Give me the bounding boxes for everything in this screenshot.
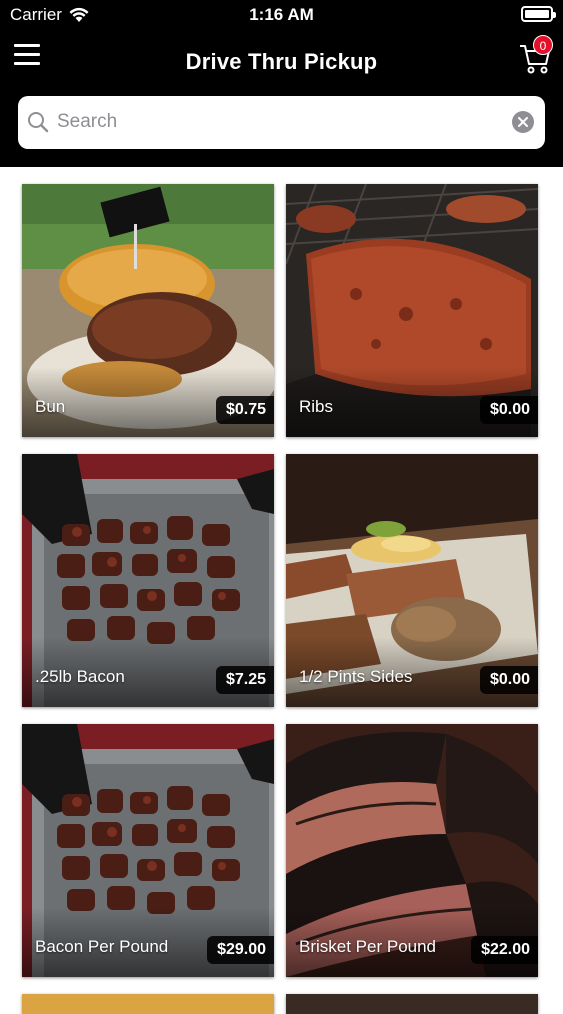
menu-item-card[interactable]: .25lb Bacon $7.25	[22, 454, 274, 707]
item-price: $0.00	[479, 396, 538, 424]
clear-search-button[interactable]	[512, 111, 534, 133]
app-header: Carrier 1:16 AM Drive Thru Pickup 0	[0, 0, 563, 167]
item-name: .25lb Bacon	[35, 667, 125, 686]
item-name: Ribs	[299, 397, 334, 416]
close-icon	[518, 117, 528, 127]
item-price: $0.75	[215, 396, 274, 424]
item-price: $29.00	[207, 936, 274, 964]
item-name: Brisket Per Pound	[299, 937, 437, 956]
menu-item-card[interactable]: Ribs $0.00	[286, 184, 538, 437]
menu-item-card[interactable]: Brisket Per Pound $22.00	[286, 724, 538, 977]
status-time: 1:16 AM	[249, 5, 314, 24]
menu-item-card[interactable]: Bacon Per Pound $29.00	[22, 724, 274, 977]
item-name: Bacon Per Pound	[35, 937, 169, 956]
item-price: $7.25	[215, 666, 274, 694]
cart-count-badge: 0	[533, 35, 553, 55]
menu-item-card[interactable]	[286, 994, 538, 1014]
item-name: Bun	[35, 397, 66, 416]
status-bar: Carrier 1:16 AM	[0, 0, 563, 30]
search-icon	[28, 112, 49, 133]
menu-item-card[interactable]: Bun $0.75	[22, 184, 274, 437]
battery-icon	[521, 6, 556, 22]
menu-item-card[interactable]	[22, 994, 274, 1014]
search-input[interactable]	[57, 106, 497, 138]
item-price: $0.00	[479, 666, 538, 694]
item-price: $22.00	[471, 936, 538, 964]
item-name: 1/2 Pints Sides	[299, 667, 413, 686]
page-title: Drive Thru Pickup	[185, 49, 378, 74]
menu-item-card[interactable]: 1/2 Pints Sides $0.00	[286, 454, 538, 707]
